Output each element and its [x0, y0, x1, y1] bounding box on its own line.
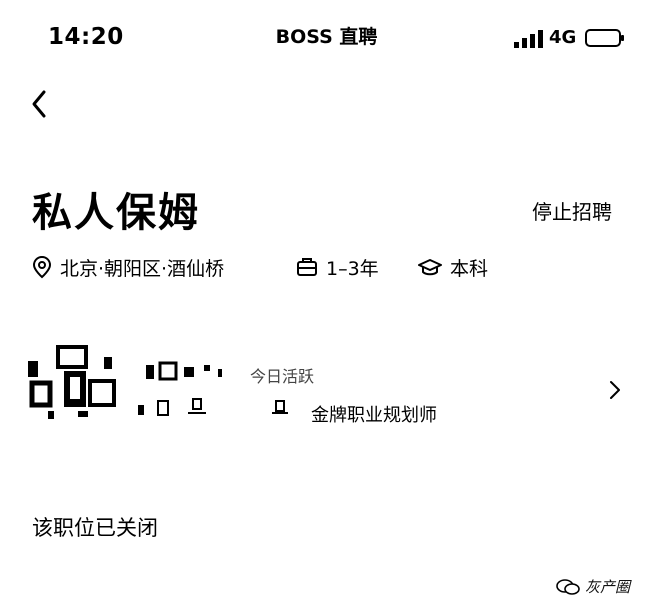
position-closed-notice: 该职位已关闭 — [32, 516, 158, 540]
signal-icon — [514, 30, 543, 48]
education-text: 本科 — [450, 257, 489, 280]
job-experience: 1–3年 — [296, 253, 379, 281]
location-pin-icon — [32, 255, 52, 279]
wechat-logo-icon — [556, 578, 580, 595]
job-title: 私人保姆 — [32, 190, 200, 236]
job-education: 本科 — [418, 253, 488, 281]
back-chevron-icon[interactable] — [26, 86, 56, 122]
watermark: 灰产圈 — [555, 576, 630, 597]
recruiter-card[interactable]: 今日活跃 金牌职业规划师 — [28, 345, 628, 435]
job-location: 北京·朝阳区·酒仙桥 — [32, 253, 224, 281]
briefcase-icon — [297, 258, 317, 276]
redacted-company — [138, 398, 288, 416]
recruiter-title: 金牌职业规划师 — [311, 405, 437, 426]
redacted-name — [146, 361, 222, 381]
location-text: 北京·朝阳区·酒仙桥 — [60, 257, 225, 280]
network-type: 4G — [549, 27, 577, 48]
chevron-right-icon — [610, 381, 620, 399]
watermark-text: 灰产圈 — [585, 578, 631, 596]
stop-recruiting-button[interactable]: 停止招聘 — [532, 196, 612, 225]
battery-icon — [585, 29, 624, 47]
active-status: 今日活跃 — [250, 367, 315, 386]
experience-text: 1–3年 — [326, 257, 379, 280]
graduation-cap-icon — [418, 259, 442, 276]
avatar — [28, 345, 116, 419]
